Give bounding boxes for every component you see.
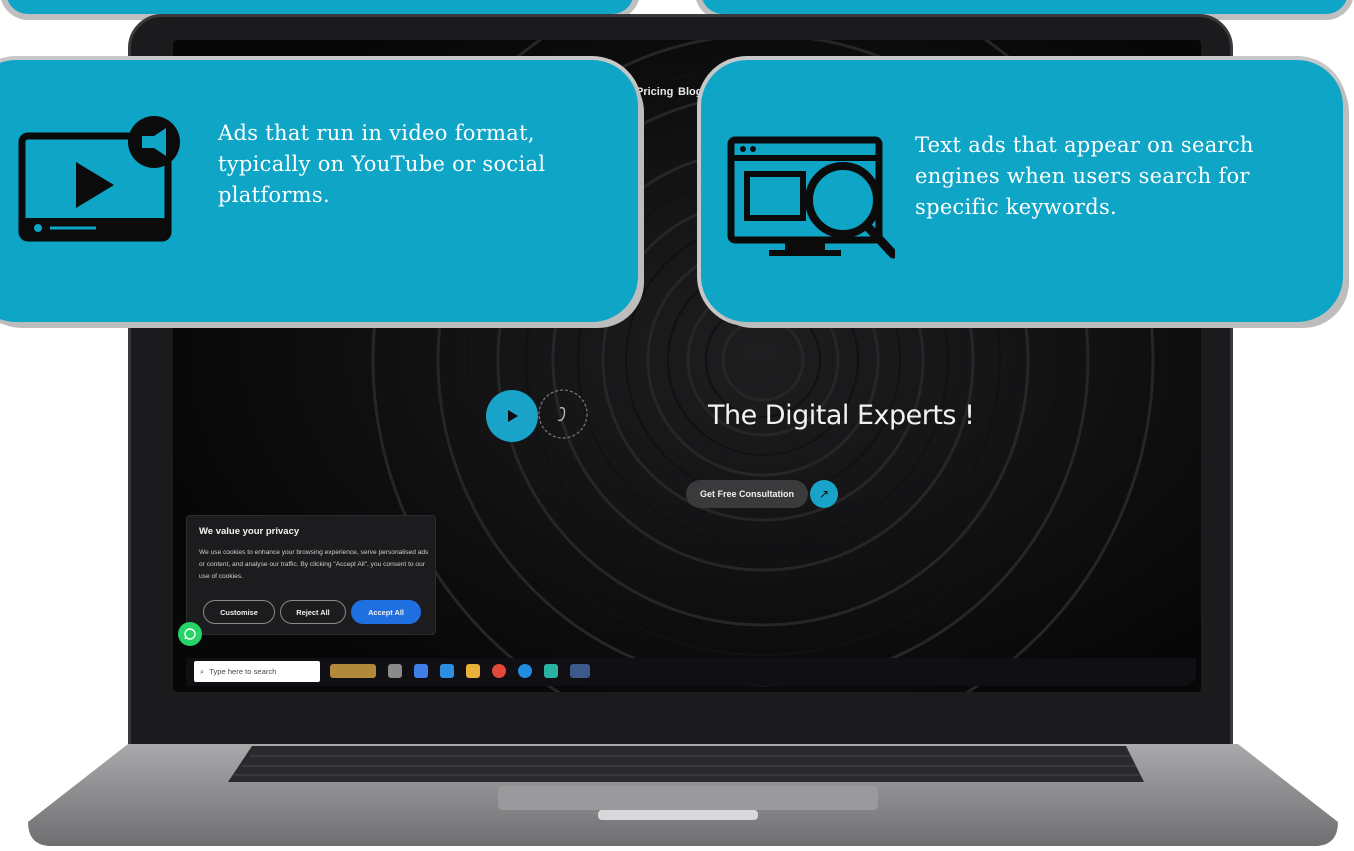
arrow-up-right-icon: ↗ — [818, 487, 830, 501]
taskbar-search[interactable]: ⌕ Type here to search — [194, 661, 320, 682]
accept-all-button[interactable]: Accept All — [351, 600, 421, 624]
taskbar-search-placeholder: Type here to search — [209, 667, 277, 676]
store-icon[interactable] — [440, 664, 454, 678]
search-ads-text: Text ads that appear on search engines w… — [915, 133, 1254, 219]
weather-widget-icon[interactable] — [330, 664, 376, 678]
cookie-title: We value your privacy — [199, 526, 300, 537]
task-view-icon[interactable] — [388, 664, 402, 678]
copilot-icon[interactable] — [414, 664, 428, 678]
search-icon: ⌕ — [200, 666, 205, 676]
get-free-consultation-button[interactable]: Get Free Consultation — [686, 480, 808, 508]
nav-pricing[interactable]: Pricing — [636, 86, 673, 98]
edge-icon[interactable] — [518, 664, 532, 678]
cookie-body: We use cookies to enhance your browsing … — [199, 549, 429, 580]
reject-all-button[interactable]: Reject All — [280, 600, 346, 624]
cookie-consent-panel: We value your privacy We use cookies to … — [186, 515, 436, 635]
file-explorer-icon[interactable] — [466, 664, 480, 678]
video-ad-icon — [18, 116, 180, 242]
cookie-buttons: Customise Reject All Accept All — [203, 600, 421, 624]
video-ads-text: Ads that run in video format, typically … — [218, 121, 546, 207]
chrome-active-icon[interactable] — [570, 664, 590, 678]
play-icon — [508, 410, 518, 422]
whatsapp-icon — [184, 628, 196, 640]
customise-button[interactable]: Customise — [203, 600, 275, 624]
chrome-icon[interactable] — [492, 664, 506, 678]
laptop-keyboard — [228, 746, 1144, 782]
search-ads-card: Text ads that appear on search engines w… — [701, 60, 1343, 322]
app-icon[interactable] — [544, 664, 558, 678]
hero-title: The Digital Experts ! — [708, 400, 975, 431]
cta-arrow-button[interactable]: ↗ — [810, 480, 838, 508]
play-video-button[interactable] — [486, 390, 538, 442]
google-partner-badge — [538, 389, 588, 439]
video-ads-card: Ads that run in video format, typically … — [0, 60, 638, 322]
whatsapp-chat-button[interactable] — [178, 622, 202, 646]
search-ad-icon — [727, 136, 895, 259]
